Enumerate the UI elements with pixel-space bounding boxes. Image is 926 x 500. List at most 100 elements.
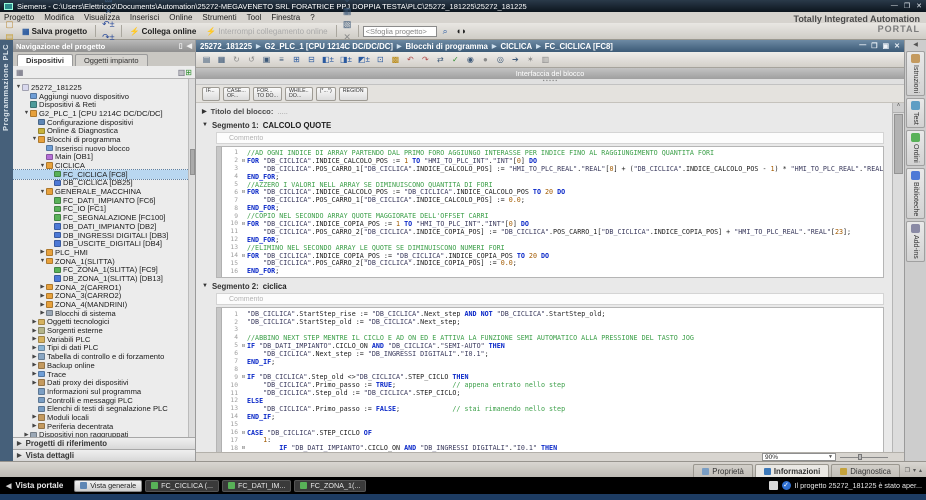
tree-item-trace[interactable]: ▶Trace: [13, 370, 195, 379]
tree-expander-icon[interactable]: ▶: [31, 362, 38, 368]
consistency-check-button[interactable]: ✓: [449, 53, 462, 66]
code-line[interactable]: 16⊟CASE "DB_CICLICA".STEP_CICLO OF: [222, 429, 883, 437]
tree-expander-icon[interactable]: ▶: [39, 284, 46, 290]
zoom-select[interactable]: 90% ▼: [762, 453, 836, 461]
inspector-tab-diagnostica[interactable]: Diagnostica: [831, 464, 900, 477]
tree-item-oggetti-tecnologici[interactable]: ▶Oggetti tecnologici: [13, 318, 195, 327]
zoom-slider-handle[interactable]: [858, 454, 862, 460]
tree-expander-icon[interactable]: ▼: [39, 258, 46, 264]
taskbar-item-fc-dati-im-[interactable]: FC_DATI_IM...: [222, 480, 291, 492]
tree-expander-icon[interactable]: ▶: [31, 354, 38, 360]
inspector-collapse-icon[interactable]: ▾: [913, 467, 916, 474]
editor-close-icon[interactable]: ✕: [894, 42, 900, 50]
tree-item-fc-zona-1-slitta-fc9-[interactable]: FC_ZONA_1(SLITTA) [FC9]: [13, 265, 195, 274]
reference-projects-panel[interactable]: ▶ Progetti di riferimento: [13, 437, 195, 449]
symbol-info-toggle-button[interactable]: ◨±: [338, 53, 354, 66]
tree-item-aggiungi-nuovo-dispositivo[interactable]: Aggiungi nuovo dispositivo: [13, 92, 195, 101]
tree-expander-icon[interactable]: ▶: [31, 423, 38, 429]
help-on-block-button[interactable]: ▥: [539, 53, 552, 66]
right-tab-add-ins[interactable]: Add-ins: [906, 221, 925, 262]
snippet-case[interactable]: CASE...OF...: [223, 87, 250, 101]
scl-code-area[interactable]: ▶ Titolo del blocco: ..... ▼Segmento 1:C…: [196, 103, 890, 452]
menu-finestra[interactable]: Finestra: [271, 13, 300, 22]
tree-item-sorgenti-esterne[interactable]: ▶Sorgenti esterne: [13, 326, 195, 335]
highlight-toggle-button[interactable]: ▩: [389, 53, 402, 66]
code-line[interactable]: 11 "DB_CICLICA".POS_CARRO_2["DB_CICLICA"…: [222, 228, 883, 236]
segment-header[interactable]: ▼Segmento 2:ciclica: [202, 280, 884, 292]
code-line[interactable]: 16END_FOR;: [222, 267, 883, 275]
filter-icon[interactable]: ▦: [16, 68, 24, 77]
inspector-expand-icon[interactable]: ▴: [919, 467, 922, 474]
minimize-window-icon[interactable]: —: [891, 2, 898, 10]
tree-expander-icon[interactable]: ▶: [39, 293, 46, 299]
zoom-slider[interactable]: [840, 454, 888, 460]
code-line[interactable]: 2"DB_CICLICA".StartStep_old := "DB_CICLI…: [222, 318, 883, 326]
new-item-icon[interactable]: ⊞: [185, 68, 192, 77]
code-line[interactable]: 13//ELIMINO NEL SECONDO ARRAY LE QUOTE S…: [222, 244, 883, 252]
code-line[interactable]: 7 "DB_CICLICA".POS_CARRO_1["DB_CICLICA".…: [222, 196, 883, 204]
menu-strumenti[interactable]: Strumenti: [202, 13, 236, 22]
snippet-while[interactable]: WHILE..DO...: [285, 87, 313, 101]
cross-reference-button[interactable]: ▧: [341, 18, 354, 31]
code-line[interactable]: 4END_FOR;: [222, 173, 883, 181]
collapse-all-networks-button[interactable]: ⊟: [305, 53, 318, 66]
favorites-toggle-button[interactable]: ⊡: [374, 53, 387, 66]
snippet-if[interactable]: IF...: [202, 87, 220, 101]
code-line[interactable]: 3 "DB_CICLICA".POS_CARRO_1["DB_CICLICA".…: [222, 165, 883, 173]
monitor-toggle-button[interactable]: ◉: [464, 53, 477, 66]
collapse-arrow-icon[interactable]: ▼: [202, 122, 208, 128]
breadcrumb-item[interactable]: FC_CICLICA [FC8]: [545, 42, 613, 51]
portal-view-button[interactable]: ◀ Vista portale: [4, 481, 71, 490]
snippet-region[interactable]: REGION: [339, 87, 368, 101]
search-project-icon[interactable]: ⌕: [439, 25, 452, 38]
tree-expander-icon[interactable]: ▶: [39, 249, 46, 255]
editor-maximize-icon[interactable]: ▣: [883, 42, 890, 50]
tree-expander-icon[interactable]: ▶: [31, 414, 38, 420]
absolute-operands-toggle-button[interactable]: ◧±: [320, 53, 336, 66]
code-line[interactable]: 11 "DB_CICLICA".Step_old := "DB_CICLICA"…: [222, 389, 883, 397]
scrollbar-thumb[interactable]: [894, 114, 903, 174]
segment-comment[interactable]: Commento: [216, 132, 884, 144]
segment-comment[interactable]: Commento: [216, 293, 884, 305]
tree-item-fc-ciclica-fc8-[interactable]: FC_CICLICA [FC8]: [13, 170, 195, 179]
code-line[interactable]: 9//COPIO NEL SECONDO ARRAY QUOTE MAGGIOR…: [222, 212, 883, 220]
tree-expander-icon[interactable]: ▶: [31, 328, 38, 334]
code-line[interactable]: 5//AZZERO I VALORI NELL ARRAY SE DIMINUI…: [222, 181, 883, 189]
snippet-[interactable]: (*...*): [316, 87, 336, 101]
tree-item-moduli-locali[interactable]: ▶Moduli locali: [13, 413, 195, 422]
code-line[interactable]: 14END_IF;: [222, 413, 883, 421]
comments-toggle-button[interactable]: ◩±: [356, 53, 372, 66]
tree-expander-icon[interactable]: ▶: [39, 302, 46, 308]
tree-item-db-zona-1-slitta-db13-[interactable]: DB_ZONA_1(SLITTA) [DB13]: [13, 274, 195, 283]
tree-item-db-ciclica-db25-[interactable]: DB_CICLICA [DB25]: [13, 179, 195, 188]
tree-expander-icon[interactable]: ▼: [23, 110, 30, 116]
expand-all-networks-button[interactable]: ⊞: [290, 53, 303, 66]
jump-back-button[interactable]: ↶: [404, 53, 417, 66]
tree-item-configurazione-dispositivi[interactable]: Configurazione dispositivi: [13, 118, 195, 127]
tree-item-zona-2-carro1-[interactable]: ▶ZONA_2(CARRO1): [13, 283, 195, 292]
tree-item-db-dati-impianto-db2-[interactable]: DB_DATI_IMPIANTO [DB2]: [13, 222, 195, 231]
code-line[interactable]: 10⊟FOR "DB_CICLICA".INDICE_COPIA_POS := …: [222, 220, 883, 228]
editor-vertical-scrollbar[interactable]: ˄: [892, 103, 904, 452]
tree-item-generale-macchina[interactable]: ▼GENERALE_MACCHINA: [13, 187, 195, 196]
menu-tool[interactable]: Tool: [247, 13, 262, 22]
menu-online[interactable]: Online: [169, 13, 192, 22]
right-tab-istruzioni[interactable]: Istruzioni: [906, 51, 925, 96]
tree-item-variabili-plc[interactable]: ▶Variabili PLC: [13, 335, 195, 344]
tab-dispositivi[interactable]: Dispositivi: [17, 54, 73, 66]
segment-code-box[interactable]: 1"DB_CICLICA".StartStep_rise := "DB_CICL…: [216, 307, 884, 452]
tree-item-dati-proxy-dei-dispositivi[interactable]: ▶Dati proxy dei dispositivi: [13, 378, 195, 387]
collapse-arrow-icon[interactable]: ▼: [202, 283, 208, 289]
restore-window-icon[interactable]: ❐: [904, 2, 910, 10]
tree-item-backup-online[interactable]: ▶Backup online: [13, 361, 195, 370]
block-title-row[interactable]: ▶ Titolo del blocco: .....: [202, 105, 884, 117]
close-window-icon[interactable]: ✕: [916, 2, 922, 10]
tree-item-blocchi-di-sistema[interactable]: ▶Blocchi di sistema: [13, 309, 195, 318]
collapse-arrow-icon[interactable]: ▶: [202, 108, 207, 115]
breadcrumb-item[interactable]: G2_PLC_1 [CPU 1214C DC/DC/DC]: [265, 42, 393, 51]
insert-block-call-button[interactable]: ▦: [215, 53, 228, 66]
tree-item-informazioni-sul-programma[interactable]: Informazioni sul programma: [13, 387, 195, 396]
tree-item-controlli-e-messaggi-plc[interactable]: Controlli e messaggi PLC: [13, 396, 195, 405]
update-block-calls-button[interactable]: ⇄: [434, 53, 447, 66]
tree-item-zona-3-carro2-[interactable]: ▶ZONA_3(CARRO2): [13, 292, 195, 301]
